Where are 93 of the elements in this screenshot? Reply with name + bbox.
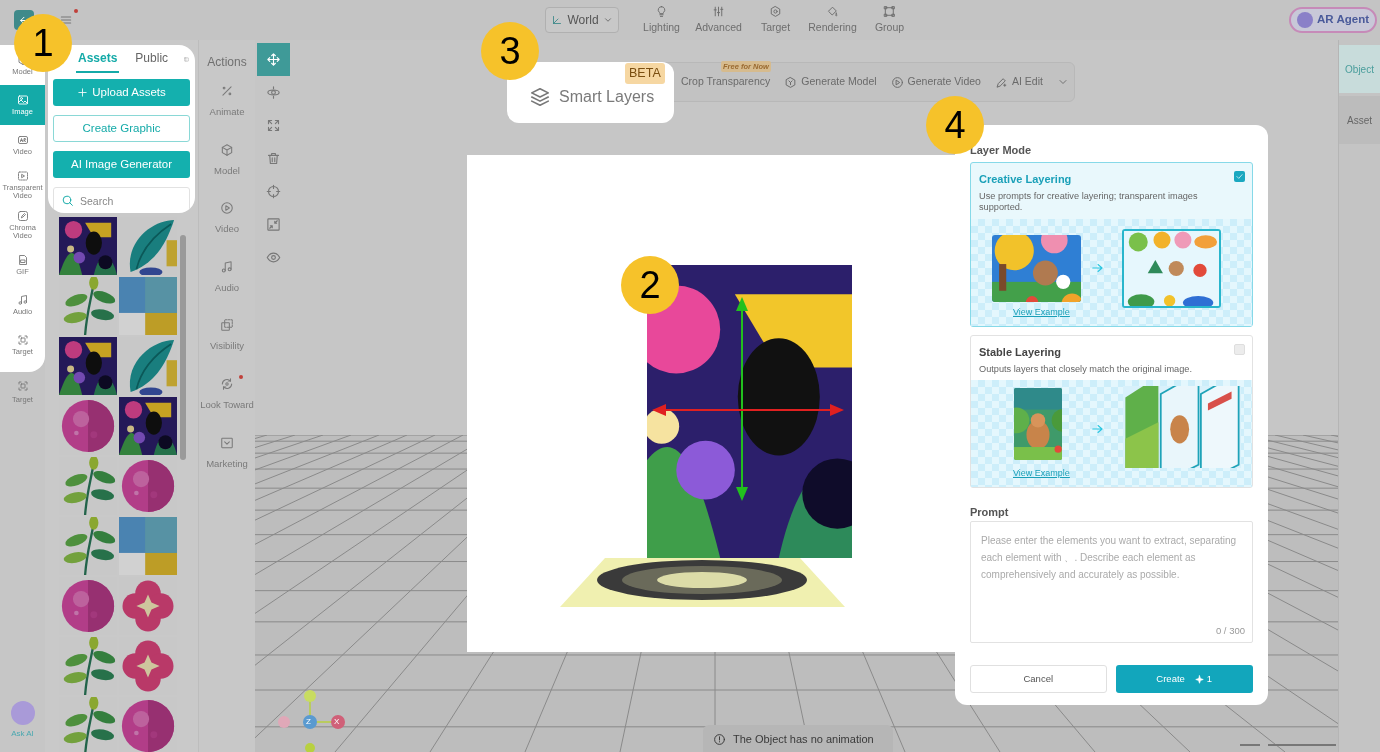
pen-icon (994, 75, 1008, 89)
ar-icon (16, 134, 29, 146)
orbit-icon (266, 85, 281, 100)
side-tab[interactable]: Asset (1339, 96, 1380, 144)
image-icon (16, 94, 29, 106)
sliders-icon (712, 4, 725, 18)
scale-bar-icon (1240, 743, 1336, 747)
action-item[interactable]: Model (199, 138, 255, 198)
mode-description: Outputs layers that closely match the original image. (979, 363, 1193, 375)
compress-icon (266, 217, 281, 232)
paint-bucket-icon (826, 4, 839, 18)
checkbox[interactable] (1234, 344, 1245, 355)
action-item[interactable]: Look Toward (199, 372, 255, 432)
panel-tab[interactable]: Public (133, 45, 171, 73)
scrollbar[interactable] (180, 235, 186, 460)
axis-label: Z (306, 716, 311, 728)
cancel-button[interactable]: Cancel (970, 665, 1107, 693)
section-label: Prompt (970, 505, 1010, 520)
toolbar-button[interactable]: Crop Transparency (681, 74, 771, 90)
hexagon-icon (769, 4, 782, 18)
toolbar-button[interactable]: Rendering (804, 4, 861, 36)
plus-icon (77, 87, 89, 98)
trash-icon (266, 151, 281, 166)
scan-frame-icon (16, 334, 29, 346)
axis-gizmo-drawing (277, 688, 347, 752)
music-note-icon (16, 294, 29, 306)
arrow-right-icon (1091, 261, 1105, 275)
pencil-icon (16, 210, 29, 222)
cube-icon (220, 142, 234, 157)
hexagon-icon (784, 75, 798, 89)
assistant-icon (10, 701, 35, 725)
info-icon (713, 732, 726, 746)
panel-tab[interactable]: Assets (76, 45, 120, 73)
action-item[interactable]: Video (199, 197, 255, 256)
eye-icon (266, 250, 281, 265)
character-counter: 0 / 300 (1215, 623, 1245, 638)
action-item[interactable]: Visibility (199, 314, 255, 373)
scan-frame-icon (16, 380, 29, 393)
crosshair-icon (266, 184, 281, 199)
agent-icon (1297, 12, 1314, 28)
action-item[interactable]: Animate (199, 80, 255, 139)
axis-label: X (334, 716, 340, 728)
corner-frame-icon (883, 4, 896, 18)
gif-file-icon (16, 254, 29, 266)
action-button[interactable]: Create Graphic (53, 115, 190, 142)
wand-icon (220, 84, 234, 98)
view-example-link[interactable]: View Example (1013, 467, 1070, 481)
toolbar-button[interactable]: Group (861, 4, 918, 36)
side-tab[interactable]: Object (1339, 45, 1380, 93)
panel-title: Actions (207, 54, 247, 71)
music-note-icon (220, 259, 234, 274)
create-button[interactable]: Create 1 (1115, 665, 1253, 693)
view-example-link[interactable]: View Example (1013, 306, 1070, 320)
light-bulb-icon (655, 4, 668, 18)
toolbar-button[interactable]: Advanced (690, 4, 747, 36)
check-icon (1235, 172, 1244, 181)
mode-card[interactable]: Creative Layering Use prompts for creative layering; transparent images supported. View Example (970, 162, 1253, 327)
mode-title: Stable Layering (979, 345, 1061, 360)
search-icon (61, 194, 74, 207)
beta-badge: BETA (625, 63, 665, 84)
action-item[interactable]: Audio (199, 255, 255, 315)
toolbar-button[interactable]: AI Edit (994, 74, 1043, 90)
move-icon (266, 52, 281, 67)
transform-tool[interactable] (257, 43, 290, 76)
sparkle-icon (1194, 674, 1204, 684)
action-item[interactable]: Marketing (199, 431, 255, 491)
toolbar-button[interactable]: Target (747, 4, 804, 36)
arrow-right-icon (1091, 422, 1105, 436)
toolbar-button[interactable]: Generate Video (890, 74, 981, 90)
layers-icon (529, 85, 551, 108)
agent-button[interactable]: AR Agent (1289, 7, 1377, 33)
play-circle-icon (890, 75, 904, 89)
chevron-down-icon (602, 15, 613, 25)
dashed-play-icon (16, 170, 29, 182)
tray-icon (220, 435, 234, 450)
toolbar-button[interactable]: Generate Model (784, 74, 877, 90)
mode-title: Creative Layering (979, 172, 1072, 187)
menu-icon (59, 13, 73, 27)
ask-ai-button[interactable]: Ask AI (0, 701, 45, 740)
expand-icon (266, 118, 281, 133)
play-circle-icon (220, 201, 234, 216)
overlapping-squares-icon (220, 318, 234, 333)
action-button[interactable]: AI Image Generator (53, 151, 190, 178)
mode-card[interactable]: Stable Layering Outputs layers that closely match the original image. View Example (970, 335, 1253, 488)
action-button[interactable]: Upload Assets (53, 79, 190, 106)
toolbar-button[interactable]: Lighting (633, 4, 690, 36)
mode-description: Use prompts for creative layering; transparent images supported. (979, 190, 1199, 213)
rotate-icon (220, 376, 234, 391)
credit-cost: 1 (1206, 671, 1213, 686)
checkbox[interactable] (1234, 171, 1245, 182)
status-toast: The Object has no animation (703, 725, 893, 752)
view-mode-dropdown[interactable]: World (545, 7, 619, 33)
axis-icon (551, 14, 564, 26)
